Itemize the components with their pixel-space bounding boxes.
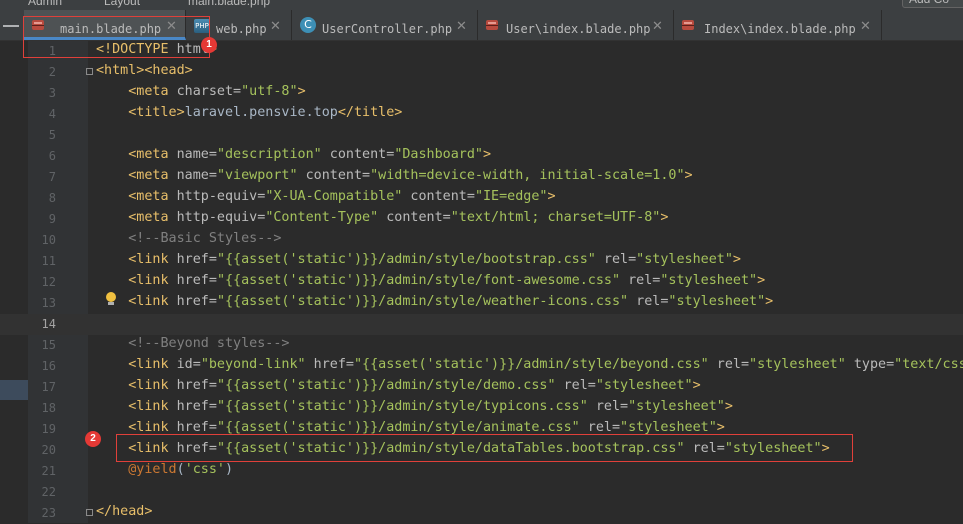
line-number: 3 xyxy=(48,86,56,100)
fold-close-icon[interactable] xyxy=(86,509,93,516)
code-line[interactable]: 2 <html><head> xyxy=(0,62,963,83)
code-text[interactable]: <!--Beyond styles--> xyxy=(96,336,289,351)
line-number: 23 xyxy=(41,506,56,520)
code-text[interactable]: <link href="{{asset('static')}}/admin/st… xyxy=(96,252,741,267)
close-icon[interactable]: ✕ xyxy=(860,19,871,34)
code-line[interactable]: 16 <link id="beyond-link" href="{{asset(… xyxy=(0,356,963,377)
line-number: 10 xyxy=(41,233,56,247)
tab-label: UserController.php xyxy=(322,22,453,36)
tab-user-controller[interactable]: C UserController.php ✕ xyxy=(292,10,478,40)
code-text[interactable]: <meta name="description" content="Dashbo… xyxy=(96,147,491,162)
line-number: 15 xyxy=(41,338,56,352)
line-number: 21 xyxy=(41,464,56,478)
code-line[interactable]: 12 <link href="{{asset('static')}}/admin… xyxy=(0,272,963,293)
collapse-icon[interactable] xyxy=(3,25,19,27)
code-line[interactable]: 11 <link href="{{asset('static')}}/admin… xyxy=(0,251,963,272)
close-icon[interactable]: ✕ xyxy=(270,19,281,34)
fold-open-icon[interactable] xyxy=(86,68,93,75)
code-text[interactable]: </head> xyxy=(96,504,152,519)
code-text[interactable]: <meta http-equiv="Content-Type" content=… xyxy=(96,210,668,225)
code-line[interactable]: 9 <meta http-equiv="Content-Type" conten… xyxy=(0,209,963,230)
line-number: 16 xyxy=(41,359,56,373)
line-number: 22 xyxy=(41,485,56,499)
code-text[interactable]: <html><head> xyxy=(96,63,193,78)
annotation-badge-1: 1 xyxy=(201,37,217,53)
code-text[interactable]: <title>laravel.pensvie.top</title> xyxy=(96,105,402,120)
search-everywhere-field[interactable]: Add Co xyxy=(902,0,963,8)
code-text[interactable]: <meta charset="utf-8"> xyxy=(96,84,305,99)
line-number: 20 xyxy=(41,443,56,457)
line-number: 13 xyxy=(41,296,56,310)
code-text[interactable]: <link href="{{asset('static')}}/admin/st… xyxy=(96,378,700,393)
annotation-badge-2: 2 xyxy=(85,431,101,447)
tab-label: Index\index.blade.php xyxy=(704,22,856,36)
code-line[interactable]: 7 <meta name="viewport" content="width=d… xyxy=(0,167,963,188)
code-text[interactable]: <link href="{{asset('static')}}/admin/st… xyxy=(96,399,733,414)
line-number: 5 xyxy=(48,128,56,142)
code-line[interactable]: 22 xyxy=(0,482,963,503)
code-line[interactable]: 21 @yield('css') xyxy=(0,461,963,482)
line-number: 14 xyxy=(41,317,56,331)
breadcrumb-file[interactable]: main.blade.php xyxy=(188,0,270,8)
code-line[interactable]: 10 <!--Basic Styles--> xyxy=(0,230,963,251)
line-number: 8 xyxy=(48,191,56,205)
line-number: 18 xyxy=(41,401,56,415)
code-line[interactable]: 8 <meta http-equiv="X-UA-Compatible" con… xyxy=(0,188,963,209)
line-number: 17 xyxy=(41,380,56,394)
code-text[interactable]: <meta http-equiv="X-UA-Compatible" conte… xyxy=(96,189,555,204)
line-number: 6 xyxy=(48,149,56,163)
code-text[interactable]: <!--Basic Styles--> xyxy=(96,231,281,246)
php-class-icon: C xyxy=(300,17,316,33)
line-number: 19 xyxy=(41,422,56,436)
tab-index-index-blade[interactable]: Index\index.blade.php ✕ xyxy=(674,10,882,40)
close-icon[interactable]: ✕ xyxy=(456,19,467,34)
code-text[interactable]: <link id="beyond-link" href="{{asset('st… xyxy=(96,357,963,372)
breadcrumb-layout[interactable]: Layout xyxy=(104,0,140,8)
code-line[interactable]: 3 <meta charset="utf-8"> xyxy=(0,83,963,104)
line-number: 9 xyxy=(48,212,56,226)
blade-file-icon xyxy=(682,19,696,32)
code-text[interactable]: <meta name="viewport" content="width=dev… xyxy=(96,168,692,183)
line-number: 11 xyxy=(41,254,56,268)
tab-label: web.php xyxy=(216,22,267,36)
line-number: 4 xyxy=(48,107,56,121)
code-line[interactable]: 6 <meta name="description" content="Dash… xyxy=(0,146,963,167)
code-text[interactable]: <link href="{{asset('static')}}/admin/st… xyxy=(96,294,773,309)
line-number: 2 xyxy=(48,65,56,79)
code-line[interactable]: 13 <link href="{{asset('static')}}/admin… xyxy=(0,293,963,314)
code-text[interactable]: <link href="{{asset('static')}}/admin/st… xyxy=(96,273,765,288)
tab-user-index-blade[interactable]: User\index.blade.php ✕ xyxy=(478,10,674,40)
navigation-bar: Admin Layout main.blade.php Add Co xyxy=(0,0,963,10)
code-text[interactable]: @yield('css') xyxy=(96,462,233,477)
code-line[interactable]: 14 xyxy=(0,314,963,335)
close-icon[interactable]: ✕ xyxy=(652,19,663,34)
lightbulb-icon[interactable] xyxy=(105,292,117,307)
code-line[interactable]: 4 <title>laravel.pensvie.top</title> xyxy=(0,104,963,125)
code-text[interactable]: <link href="{{asset('static')}}/admin/st… xyxy=(96,420,725,435)
blade-file-icon xyxy=(486,19,500,32)
code-line[interactable]: 18 <link href="{{asset('static')}}/admin… xyxy=(0,398,963,419)
code-line[interactable]: 23 </head> xyxy=(0,503,963,524)
code-line[interactable]: 15 <!--Beyond styles--> xyxy=(0,335,963,356)
line-number: 7 xyxy=(48,170,56,184)
annotation-box-tab xyxy=(23,16,210,58)
code-line[interactable]: 5 xyxy=(0,125,963,146)
tab-label: User\index.blade.php xyxy=(506,22,651,36)
code-line[interactable]: 17 <link href="{{asset('static')}}/admin… xyxy=(0,377,963,398)
breadcrumb-admin[interactable]: Admin xyxy=(28,0,62,8)
annotation-box-line-20 xyxy=(116,434,853,462)
line-number: 12 xyxy=(41,275,56,289)
